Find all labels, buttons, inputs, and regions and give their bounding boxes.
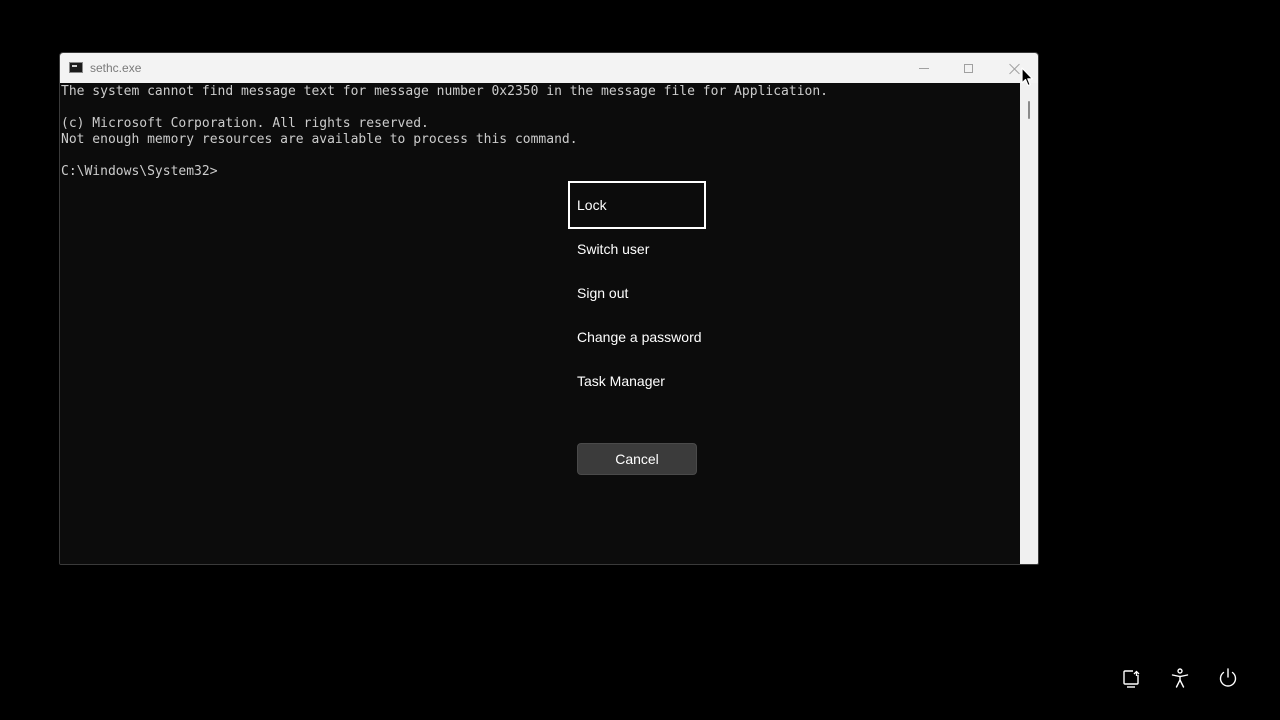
secure-desktop: sethc.exe The system cannot find message… (0, 0, 1280, 720)
close-icon (1009, 63, 1020, 74)
minimize-button[interactable] (902, 53, 946, 83)
power-button[interactable] (1217, 667, 1239, 689)
scrollbar-thumb[interactable] (1028, 101, 1030, 119)
console-line: The system cannot find message text for … (61, 84, 829, 99)
change-password-option[interactable]: Change a password (568, 313, 706, 361)
cancel-button[interactable]: Cancel (577, 443, 697, 475)
console-line: Not enough memory resources are availabl… (61, 132, 578, 147)
network-button[interactable] (1121, 667, 1143, 689)
console-app-icon (69, 62, 83, 73)
console-output[interactable]: The system cannot find message text for … (60, 83, 1020, 564)
accessibility-icon (1171, 668, 1189, 688)
window-titlebar[interactable]: sethc.exe (60, 53, 1038, 83)
sign-out-option[interactable]: Sign out (568, 269, 706, 317)
mouse-cursor-icon (1021, 67, 1034, 87)
accessibility-button[interactable] (1169, 667, 1191, 689)
lock-option[interactable]: Lock (568, 181, 706, 229)
minimize-icon (919, 67, 929, 69)
maximize-button[interactable] (946, 53, 990, 83)
power-icon (1219, 668, 1237, 687)
maximize-icon (963, 63, 973, 73)
network-icon (1123, 669, 1140, 688)
task-manager-option[interactable]: Task Manager (568, 357, 706, 405)
console-line: (c) Microsoft Corporation. All rights re… (61, 116, 429, 131)
console-scrollbar[interactable] (1020, 83, 1038, 564)
switch-user-option[interactable]: Switch user (568, 225, 706, 273)
console-prompt: C:\Windows\System32> (61, 164, 218, 179)
console-window: sethc.exe The system cannot find message… (59, 52, 1039, 565)
window-title: sethc.exe (90, 61, 142, 75)
